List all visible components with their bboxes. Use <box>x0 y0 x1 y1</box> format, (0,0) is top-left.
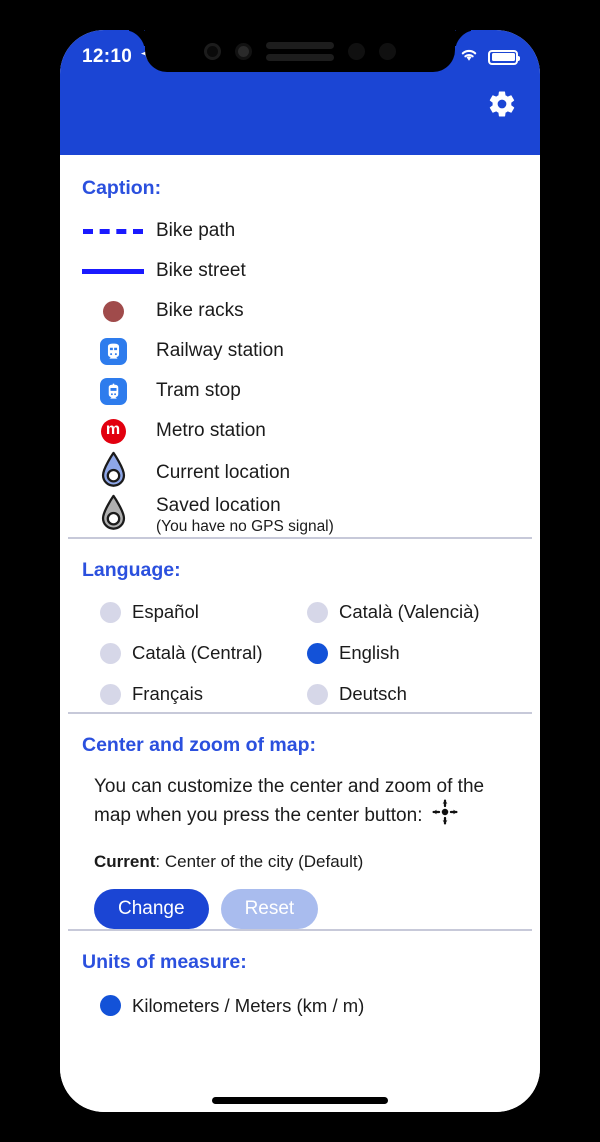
center-zoom-current-label: Current <box>94 851 156 871</box>
legend-item-saved-location: Saved location (You have no GPS signal) <box>60 494 540 537</box>
legend-label: Current location <box>156 461 291 483</box>
front-camera-icon <box>235 42 252 60</box>
units-section: Units of measure: Kilometers / Meters (k… <box>60 931 540 1024</box>
radio-label: Español <box>132 601 199 622</box>
radio-icon <box>307 601 328 623</box>
home-indicator <box>212 1097 388 1104</box>
radio-label: Français <box>132 683 203 704</box>
radio-icon <box>307 683 328 705</box>
legend-label: Bike path <box>156 220 236 242</box>
radio-icon <box>100 601 121 623</box>
app-header: 12:10 <box>60 30 540 155</box>
center-zoom-current-value: Center of the city (Default) <box>164 851 364 871</box>
battery-full-icon <box>488 49 520 65</box>
language-options: Español Català (Valencià) Català (Centra… <box>60 594 540 712</box>
legend-item-bike-street: Bike street <box>60 251 540 291</box>
caption-legend-list: Bike path Bike street Bike racks Railway… <box>60 211 540 537</box>
radio-icon-selected <box>307 642 328 664</box>
radio-icon-selected <box>100 995 121 1017</box>
legend-item-tram-stop: Tram stop <box>60 371 540 411</box>
legend-label-sub: (You have no GPS signal) <box>156 517 334 535</box>
language-section: Language: Español Català (Valencià) Cata… <box>60 539 540 712</box>
units-options: Kilometers / Meters (km / m) <box>60 988 540 1024</box>
filled-dot-icon <box>70 300 156 322</box>
legend-label: Metro station <box>156 420 266 442</box>
legend-label: Saved location (You have no GPS signal) <box>156 494 334 536</box>
legend-item-metro-station: m Metro station <box>60 411 540 451</box>
language-option-francais[interactable]: Français <box>100 676 307 712</box>
phone-frame: 12:10 Caption: Bike path Bike street Bik… <box>60 30 540 1112</box>
units-option-kilometers[interactable]: Kilometers / Meters (km / m) <box>100 988 540 1024</box>
reset-button[interactable]: Reset <box>220 888 319 929</box>
legend-label: Tram stop <box>156 380 241 402</box>
radio-icon <box>100 683 121 705</box>
metro-m-icon: m <box>100 418 126 444</box>
phone-notch <box>145 30 455 72</box>
language-option-catala-central[interactable]: Català (Central) <box>100 635 307 671</box>
legend-label-main: Saved location <box>156 495 281 517</box>
center-zoom-description-text: You can customize the center and zoom of… <box>94 776 485 827</box>
tram-icon <box>99 377 127 405</box>
center-zoom-current: Current: Center of the city (Default) <box>94 852 514 872</box>
language-option-english[interactable]: English <box>307 635 540 671</box>
dashed-line-icon <box>70 228 156 234</box>
train-icon <box>99 337 127 365</box>
legend-label: Bike racks <box>156 300 244 322</box>
units-heading: Units of measure: <box>82 950 247 973</box>
center-crosshair-icon <box>432 799 458 832</box>
caption-section: Caption: Bike path Bike street Bike rack… <box>60 155 540 537</box>
center-zoom-section: Center and zoom of map: You can customiz… <box>60 714 540 929</box>
map-pin-current-icon <box>100 451 127 494</box>
caption-heading: Caption: <box>82 177 162 199</box>
gear-icon <box>487 89 517 124</box>
center-zoom-description: You can customize the center and zoom of… <box>94 774 514 833</box>
language-heading: Language: <box>82 559 181 581</box>
center-zoom-heading: Center and zoom of map: <box>82 734 317 756</box>
map-pin-saved-icon <box>100 494 127 537</box>
settings-content: Caption: Bike path Bike street Bike rack… <box>60 155 540 1112</box>
radio-label: Kilometers / Meters (km / m) <box>132 994 365 1016</box>
proximity-sensor-icon <box>348 42 365 60</box>
radio-label: Català (Central) <box>132 642 263 663</box>
speaker-grille <box>266 41 334 61</box>
legend-item-bike-path: Bike path <box>60 211 540 251</box>
settings-button[interactable] <box>482 86 522 126</box>
legend-item-current-location: Current location <box>60 451 540 494</box>
legend-item-bike-racks: Bike racks <box>60 291 540 331</box>
solid-line-icon <box>70 268 156 274</box>
phone-screen: 12:10 Caption: Bike path Bike street Bik… <box>60 30 540 1112</box>
center-zoom-current-separator: : <box>155 851 165 871</box>
radio-label: English <box>339 642 400 663</box>
legend-label: Railway station <box>156 340 284 362</box>
legend-item-railway-station: Railway station <box>60 331 540 371</box>
language-option-catala-valencia[interactable]: Català (Valencià) <box>307 594 540 630</box>
language-option-espanol[interactable]: Español <box>100 594 307 630</box>
radio-icon <box>100 642 121 664</box>
change-button[interactable]: Change <box>94 888 209 929</box>
radio-label: Deutsch <box>339 683 407 704</box>
radio-label: Català (Valencià) <box>339 601 480 622</box>
sensor-icon <box>204 42 221 60</box>
ambient-sensor-icon <box>379 42 396 60</box>
language-option-deutsch[interactable]: Deutsch <box>307 676 540 712</box>
legend-label: Bike street <box>156 260 246 282</box>
